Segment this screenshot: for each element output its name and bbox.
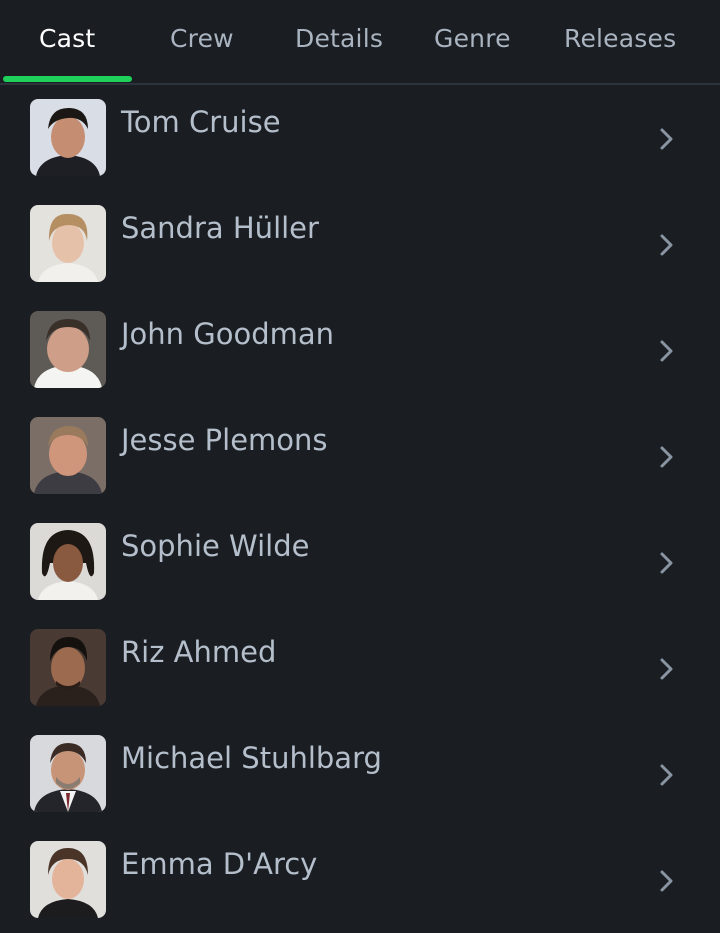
cast-name: Riz Ahmed xyxy=(121,635,277,669)
tab-genre[interactable]: Genre xyxy=(434,24,511,53)
chevron-right-icon xyxy=(660,658,673,680)
chevron-right-icon xyxy=(660,234,673,256)
cast-name: Tom Cruise xyxy=(121,105,281,139)
cast-name: John Goodman xyxy=(121,317,335,351)
cast-name: Sophie Wilde xyxy=(121,529,310,563)
cast-name: Jesse Plemons xyxy=(121,423,328,457)
cast-row-sophie-wilde[interactable]: Sophie Wilde xyxy=(0,509,720,615)
cast-list: Tom Cruise Sandra Hüller John Goodman Je… xyxy=(0,85,720,933)
cast-name: Emma D'Arcy xyxy=(121,847,318,881)
avatar xyxy=(30,205,106,282)
chevron-right-icon xyxy=(660,446,673,468)
tab-details[interactable]: Details xyxy=(295,24,383,53)
chevron-right-icon xyxy=(660,128,673,150)
chevron-right-icon xyxy=(660,340,673,362)
chevron-right-icon xyxy=(660,870,673,892)
active-tab-indicator xyxy=(3,76,132,82)
chevron-right-icon xyxy=(660,552,673,574)
cast-name: Sandra Hüller xyxy=(121,211,319,245)
avatar xyxy=(30,99,106,176)
avatar xyxy=(30,523,106,600)
cast-row-john-goodman[interactable]: John Goodman xyxy=(0,297,720,403)
tab-releases[interactable]: Releases xyxy=(564,24,676,53)
cast-name: Michael Stuhlbarg xyxy=(121,741,382,775)
avatar xyxy=(30,629,106,706)
chevron-right-icon xyxy=(660,764,673,786)
tab-bar: Cast Crew Details Genre Releases xyxy=(0,0,720,85)
cast-row-tom-cruise[interactable]: Tom Cruise xyxy=(0,85,720,191)
tab-cast[interactable]: Cast xyxy=(39,24,95,53)
avatar xyxy=(30,735,106,812)
avatar xyxy=(30,417,106,494)
cast-row-michael-stuhlbarg[interactable]: Michael Stuhlbarg xyxy=(0,721,720,827)
cast-row-emma-darcy[interactable]: Emma D'Arcy xyxy=(0,827,720,933)
cast-row-jesse-plemons[interactable]: Jesse Plemons xyxy=(0,403,720,509)
cast-row-riz-ahmed[interactable]: Riz Ahmed xyxy=(0,615,720,721)
cast-row-sandra-huller[interactable]: Sandra Hüller xyxy=(0,191,720,297)
tab-crew[interactable]: Crew xyxy=(170,24,234,53)
avatar xyxy=(30,311,106,388)
avatar xyxy=(30,841,106,918)
